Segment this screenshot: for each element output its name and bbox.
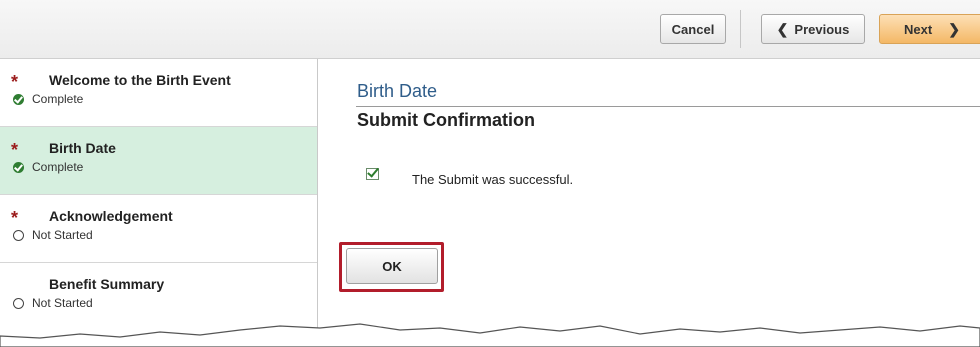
page-title: Birth Date xyxy=(357,81,438,101)
step-sidebar: * Welcome to the Birth Event Complete * … xyxy=(0,59,318,347)
sidebar-step-birth-date[interactable]: * Birth Date Complete xyxy=(0,127,317,195)
step-status: Complete xyxy=(13,160,83,174)
step-title: Acknowledgement xyxy=(49,208,173,224)
required-asterisk-icon: * xyxy=(11,140,19,160)
cancel-button[interactable]: Cancel xyxy=(660,14,726,44)
cancel-label: Cancel xyxy=(671,21,715,37)
toolbar-divider xyxy=(740,10,741,48)
previous-label: Previous xyxy=(794,21,850,37)
next-label: Next xyxy=(904,21,933,37)
required-asterisk-icon: * xyxy=(11,208,19,228)
confirmation-message: The Submit was successful. xyxy=(412,172,574,187)
main-content: Birth Date Submit Confirmation The Submi… xyxy=(318,59,980,347)
check-circle-icon xyxy=(13,161,24,173)
empty-circle-icon xyxy=(13,229,24,241)
step-status-label: Complete xyxy=(32,160,84,174)
toolbar: Cancel ❮ Previous Next ❯ xyxy=(0,0,980,59)
required-asterisk-icon: * xyxy=(11,72,19,92)
title-divider xyxy=(356,106,980,107)
step-title: Birth Date xyxy=(49,140,116,156)
success-check-icon xyxy=(366,168,379,180)
sidebar-step-acknowledgement[interactable]: * Acknowledgement Not Started xyxy=(0,195,317,263)
step-title: Welcome to the Birth Event xyxy=(49,72,231,88)
ok-label: OK xyxy=(382,258,402,274)
step-status: Complete xyxy=(13,92,83,106)
step-status-label: Not Started xyxy=(32,228,93,242)
torn-edge xyxy=(0,323,980,347)
chevron-right-icon: ❯ xyxy=(948,20,960,37)
next-button[interactable]: Next ❯ xyxy=(879,14,980,44)
step-status-label: Complete xyxy=(32,92,84,106)
step-status-label: Not Started xyxy=(32,296,93,310)
step-title: Benefit Summary xyxy=(49,276,165,292)
empty-circle-icon xyxy=(13,297,24,309)
step-status: Not Started xyxy=(13,296,93,310)
previous-button[interactable]: ❮ Previous xyxy=(761,14,865,44)
section-title: Submit Confirmation xyxy=(357,110,535,130)
chevron-left-icon: ❮ xyxy=(776,20,789,37)
step-status: Not Started xyxy=(13,228,93,242)
check-circle-icon xyxy=(13,93,24,105)
ok-button[interactable]: OK xyxy=(346,248,438,284)
sidebar-step-welcome[interactable]: * Welcome to the Birth Event Complete xyxy=(0,59,317,127)
